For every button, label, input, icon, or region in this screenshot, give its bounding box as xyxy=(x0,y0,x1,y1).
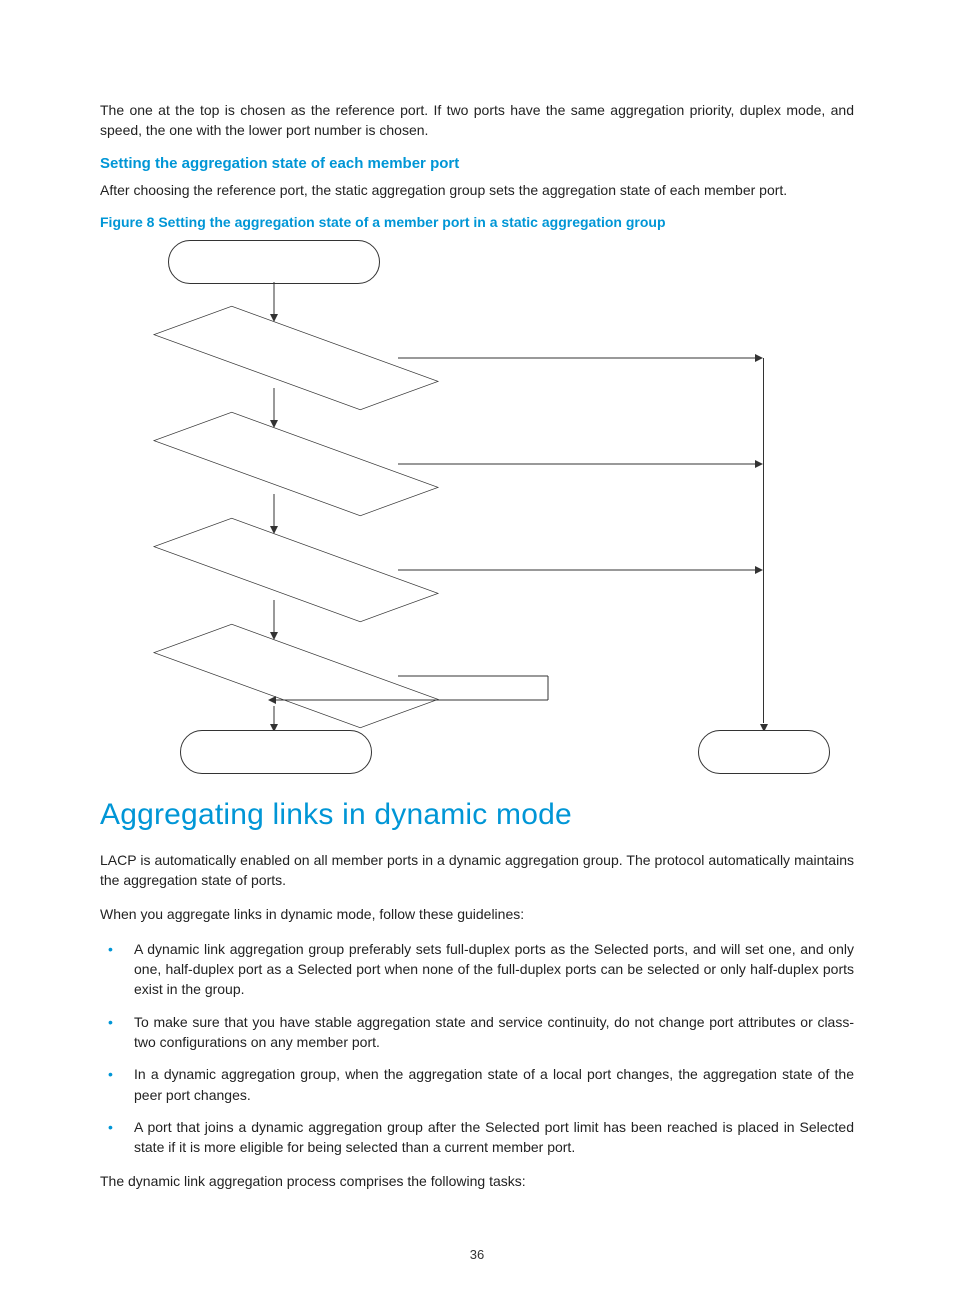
list-item: To make sure that you have stable aggreg… xyxy=(100,1012,854,1053)
flow-start xyxy=(168,240,380,284)
paragraph-sub: After choosing the reference port, the s… xyxy=(100,180,854,200)
connector xyxy=(398,565,763,575)
paragraph-intro: The one at the top is chosen as the refe… xyxy=(100,100,854,141)
page-number: 36 xyxy=(0,1247,954,1262)
arrow xyxy=(759,710,769,732)
page: The one at the top is chosen as the refe… xyxy=(0,0,954,1296)
bullet-list: A dynamic link aggregation group prefera… xyxy=(100,939,854,1158)
paragraph-dyn2: When you aggregate links in dynamic mode… xyxy=(100,904,854,924)
paragraph-dyn1: LACP is automatically enabled on all mem… xyxy=(100,850,854,891)
connector xyxy=(398,353,763,363)
flow-decision-3 xyxy=(153,518,439,622)
flow-decision-1 xyxy=(153,306,439,410)
arrow xyxy=(269,706,279,732)
flowchart xyxy=(158,240,798,770)
connector xyxy=(398,459,763,469)
list-item: A dynamic link aggregation group prefera… xyxy=(100,939,854,1000)
flow-decision-2 xyxy=(153,412,439,516)
flow-end-right xyxy=(698,730,830,774)
figure-caption: Figure 8 Setting the aggregation state o… xyxy=(100,214,854,230)
arrow xyxy=(269,388,279,428)
paragraph-dyn3: The dynamic link aggregation process com… xyxy=(100,1171,854,1191)
list-item: A port that joins a dynamic aggregation … xyxy=(100,1117,854,1158)
flow-end-left xyxy=(180,730,372,774)
list-item: In a dynamic aggregation group, when the… xyxy=(100,1064,854,1105)
subheading-setting-state: Setting the aggregation state of each me… xyxy=(100,155,854,172)
section-heading-dynamic: Aggregating links in dynamic mode xyxy=(100,798,854,832)
arrow xyxy=(269,282,279,322)
arrow xyxy=(269,494,279,534)
connector-vertical xyxy=(763,358,764,723)
arrow xyxy=(269,600,279,640)
